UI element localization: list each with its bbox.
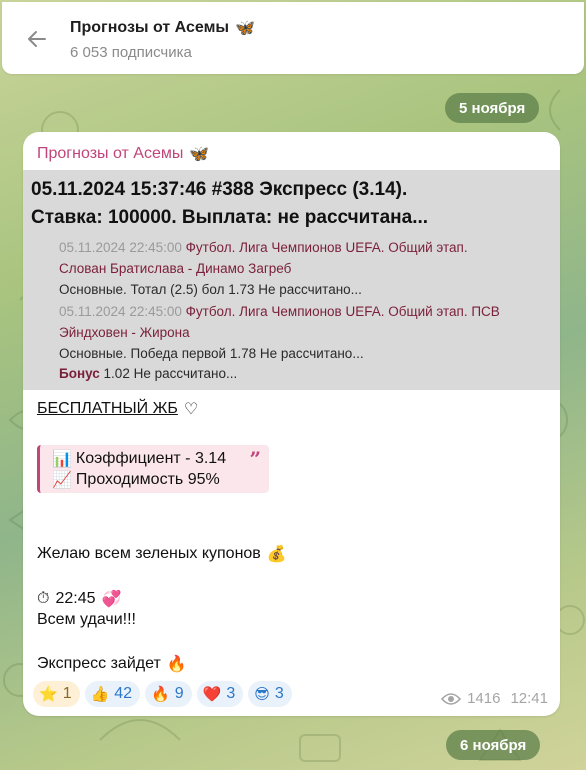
message-time: 12:41 [510,690,548,707]
stopwatch-icon: ⏱ [37,590,50,607]
channel-title[interactable]: Прогнозы от Асемы 🦋 [70,18,255,38]
heart-icon: ❤️ [202,686,222,703]
coefficient-text: Коэффициент - 3.14 [75,450,227,467]
express-line: Экспресс зайдет 🔥 [37,654,187,674]
bet-time: 05.11.2024 22:45:00 [59,240,182,255]
butterfly-icon: 🦋 [235,20,256,37]
thumbs-up-icon: 👍 [90,686,110,703]
coupon-bet: 05.11.2024 22:45:00 Футбол. Лига Чемпион… [59,237,539,300]
coupon-bonus: Бонус 1.02 Не рассчитано... [59,366,237,381]
bet-line: Основные. Тотал (2.5) бол 1.73 Не рассчи… [59,282,362,297]
coupon-image[interactable]: 05.11.2024 15:37:46 #388 Экспресс (3.14)… [23,170,560,390]
reaction-count: 3 [226,685,236,702]
wish-text: Желаю всем зеленых купонов [37,545,261,562]
trend-up-icon: 📈 [52,472,72,489]
date-separator: 6 ноября [446,730,541,760]
reaction-count: 3 [274,685,284,702]
coupon-bet: 05.11.2024 22:45:00 Футбол. Лига Чемпион… [59,301,539,364]
chat-header: Прогнозы от Асемы 🦋 6 053 подписчика [2,2,584,74]
sunglasses-icon: 😎 [254,686,270,703]
reaction-heart[interactable]: ❤️ 3 [196,681,244,707]
luck-line: Всем удачи!!! [37,611,136,628]
back-button[interactable] [22,24,52,54]
message-author[interactable]: Прогнозы от Асемы 🦋 [37,144,209,164]
view-count: 1416 [467,690,501,707]
eye-icon [441,692,462,705]
bonus-label: Бонус [59,366,100,381]
reactions-bar: ⭐ 1 👍 42 🔥 9 ❤️ 3 😎 3 [33,681,292,707]
reaction-star[interactable]: ⭐ 1 [33,681,80,707]
pass-rate-line: 📈 Проходимость 95% [52,470,220,490]
stats-quote: 📊 Коэффициент - 3.14 📈 Проходимость 95% … [37,445,269,493]
coupon-headline-line-2: Ставка: 100000. Выплата: не рассчитана..… [31,207,429,228]
bet-event: Футбол. Лига Чемпионов UEFA. Общий этап. [181,240,468,255]
bonus-value: 1.02 Не рассчитано... [99,366,238,381]
fire-icon: 🔥 [166,656,187,673]
fire-icon: 🔥 [151,686,170,703]
butterfly-icon: 🦋 [189,146,210,163]
author-name: Прогнозы от Асемы [37,145,184,162]
match-time-line: ⏱ 22:45 💞 [37,589,121,609]
reaction-count: 1 [62,685,72,702]
channel-title-text: Прогнозы от Асемы [70,19,230,36]
message-meta: 1416 12:41 [441,690,548,707]
reaction-count: 42 [114,685,133,702]
bar-chart-icon: 📊 [52,451,72,468]
quote-icon: ” [249,447,261,471]
arrow-left-icon [28,31,46,47]
bet-time: 05.11.2024 22:45:00 [59,304,182,319]
match-time: 22:45 [55,590,96,607]
reaction-fire[interactable]: 🔥 9 [145,681,192,707]
date-separator: 5 ноября [445,93,540,123]
reaction-thumbs-up[interactable]: 👍 42 [84,681,141,707]
coefficient-line: 📊 Коэффициент - 3.14 [52,449,226,469]
free-bet-label: БЕСПЛАТНЫЙ ЖБ [37,400,178,417]
free-bet-line: БЕСПЛАТНЫЙ ЖБ ♡ [37,399,198,419]
bet-line: Основные. Победа первой 1.78 Не рассчита… [59,346,364,361]
coupon-headline-line-1: 05.11.2024 15:37:46 #388 Экспресс (3.14)… [31,179,408,200]
express-text: Экспресс зайдет [37,655,161,672]
pass-rate-text: Проходимость 95% [75,471,220,488]
reaction-count: 9 [174,685,184,702]
subscriber-count: 6 053 подписчика [70,44,192,61]
star-icon: ⭐ [39,686,58,703]
hearts-icon: 💞 [101,591,122,608]
wish-line: Желаю всем зеленых купонов 💰 [37,544,287,564]
bet-event: Футбол. Лига Чемпионов UEFA. Общий этап.… [181,304,500,319]
message-bubble[interactable]: Прогнозы от Асемы 🦋 05.11.2024 15:37:46 … [23,132,560,716]
money-bag-icon: 💰 [266,546,287,563]
bet-event-teams: Эйндховен - Жирона [59,325,190,340]
coupon-headline: 05.11.2024 15:37:46 #388 Экспресс (3.14)… [31,176,551,232]
reaction-cool[interactable]: 😎 3 [248,681,292,707]
heart-icon: ♡ [183,401,199,418]
bet-event-teams: Слован Братислава - Динамо Загреб [59,261,292,276]
